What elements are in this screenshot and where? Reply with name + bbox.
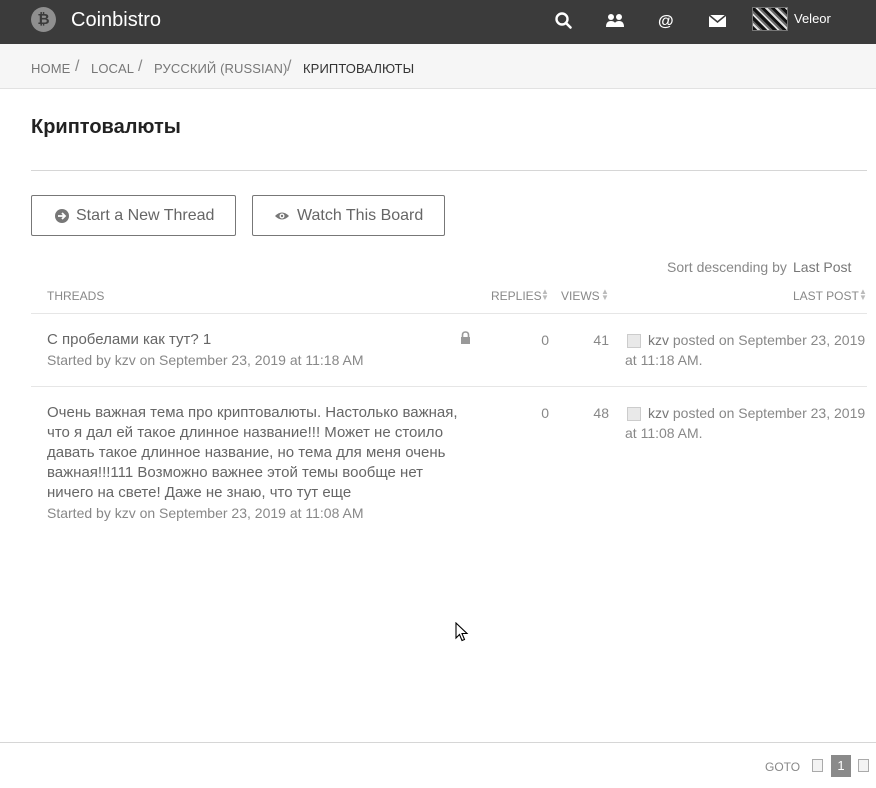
header-last-post[interactable]: Last Post [793,289,859,303]
start-new-thread-label: Start a New Thread [76,207,215,224]
row-divider [31,386,867,387]
breadcrumb-home[interactable]: Home [31,61,70,76]
next-page-icon[interactable] [858,759,869,772]
brand-name[interactable]: Coinbistro [71,9,161,32]
users-icon[interactable] [604,10,626,32]
watch-board-button[interactable]: Watch This Board [252,195,445,236]
page-current[interactable]: 1 [831,755,851,777]
envelope-icon[interactable] [707,10,729,32]
header-views[interactable]: Views [561,289,600,303]
views-count: 41 [593,332,609,348]
sort-arrows-icon[interactable]: ▲ ▼ [601,288,609,302]
lock-icon [461,331,470,344]
thread-meta: Started by kzv on September 23, 2019 at … [47,505,364,521]
sort-arrows-icon[interactable]: ▲ ▼ [859,288,867,302]
row-divider [31,313,867,314]
eye-icon [275,212,289,220]
search-icon[interactable] [553,10,575,32]
header-replies[interactable]: Replies [491,289,542,303]
thread-title-link[interactable]: Очень важная тема про криптовалюты. Наст… [47,403,472,503]
breadcrumb-separator: / [138,58,143,75]
prev-page-icon[interactable] [812,759,823,772]
bitcoin-logo-icon[interactable]: ₿ [31,7,56,32]
footer-divider [0,742,876,743]
at-icon[interactable]: @ [656,10,678,32]
top-navbar: ₿ Coinbistro @ Veleor [0,0,876,44]
breadcrumb-russian[interactable]: Русский (Russian) [154,61,287,76]
svg-text:@: @ [658,13,674,30]
start-new-thread-button[interactable]: Start a New Thread [31,195,236,236]
breadcrumb-separator: / [75,58,80,75]
page-title: Криптовалюты [31,116,181,138]
sort-arrows-icon[interactable]: ▲ ▼ [541,288,549,302]
replies-count: 0 [541,405,549,421]
breadcrumb: Home / Local / Русский (Russian) / Крипт… [0,44,876,89]
mouse-cursor-icon [455,622,469,642]
thread-title-link[interactable]: С пробелами как тут? 1 [47,330,472,350]
last-post-info: kzv posted on September 23, 2019 at 11:0… [625,403,870,443]
username-link[interactable]: Veleor [794,11,831,26]
divider [31,170,867,171]
breadcrumb-local[interactable]: Local [91,61,134,76]
views-count: 48 [593,405,609,421]
avatar[interactable] [752,7,788,31]
header-threads[interactable]: Threads [47,289,104,303]
sort-label: Sort descending by [667,259,787,275]
last-post-author[interactable]: kzv [648,405,669,421]
last-post-info: kzv posted on September 23, 2019 at 11:1… [625,330,870,370]
sort-dropdown[interactable]: Last Post [793,259,851,275]
thread-meta: Started by kzv on September 23, 2019 at … [47,352,364,368]
breadcrumb-separator: / [287,58,292,75]
breadcrumb-current: Криптовалюты [303,61,415,76]
replies-count: 0 [541,332,549,348]
arrow-circle-icon [55,209,69,223]
goto-label[interactable]: Goto [765,760,800,774]
last-post-author[interactable]: kzv [648,332,669,348]
watch-board-label: Watch This Board [297,207,424,224]
